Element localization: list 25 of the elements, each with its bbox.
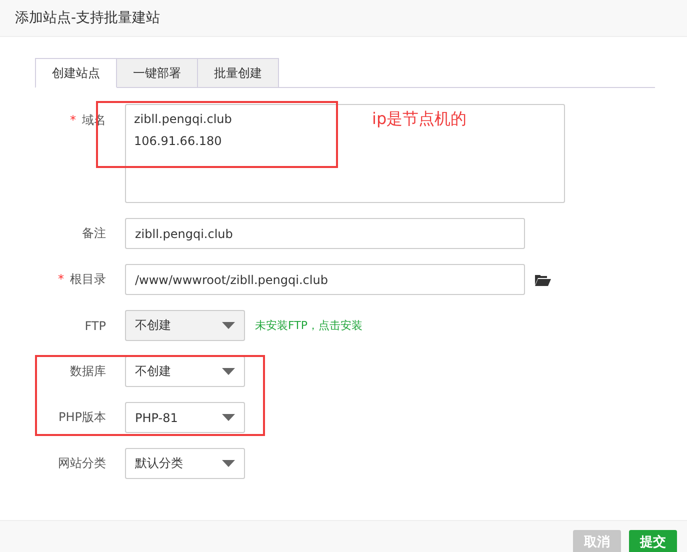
caret-icon: [222, 368, 235, 375]
window-title: 添加站点-支持批量建站: [15, 9, 160, 27]
annotation-note: ip是节点机的: [372, 109, 467, 130]
select-field[interactable]: 默认分类: [125, 448, 245, 479]
label-text: 网站分类: [58, 456, 106, 470]
label-text: 备注: [82, 226, 106, 240]
tab[interactable]: 创建站点: [35, 58, 117, 88]
label-text: PHP版本: [58, 410, 106, 424]
required-mark: *: [58, 272, 64, 286]
textarea-line: zibll.pengqi.club: [134, 111, 232, 127]
tab[interactable]: 一键部署: [117, 58, 198, 88]
caret-icon: [222, 322, 235, 329]
select-field[interactable]: PHP-81: [125, 402, 245, 433]
input-field[interactable]: zibll.pengqi.club: [125, 218, 525, 249]
tab[interactable]: 批量创建: [198, 58, 279, 88]
caret-icon: [222, 460, 235, 467]
folder-icon[interactable]: [535, 274, 551, 286]
path-field[interactable]: /www/wwwroot/zibll.pengqi.club: [125, 264, 525, 295]
caret-icon: [222, 414, 235, 421]
required-mark: *: [70, 113, 76, 127]
label-text: 数据库: [70, 364, 106, 378]
label-text: FTP: [84, 318, 106, 332]
textarea-line: 106.91.66.180: [134, 133, 222, 149]
select-field[interactable]: 不创建: [125, 356, 245, 387]
label-text: 根目录: [70, 272, 106, 286]
